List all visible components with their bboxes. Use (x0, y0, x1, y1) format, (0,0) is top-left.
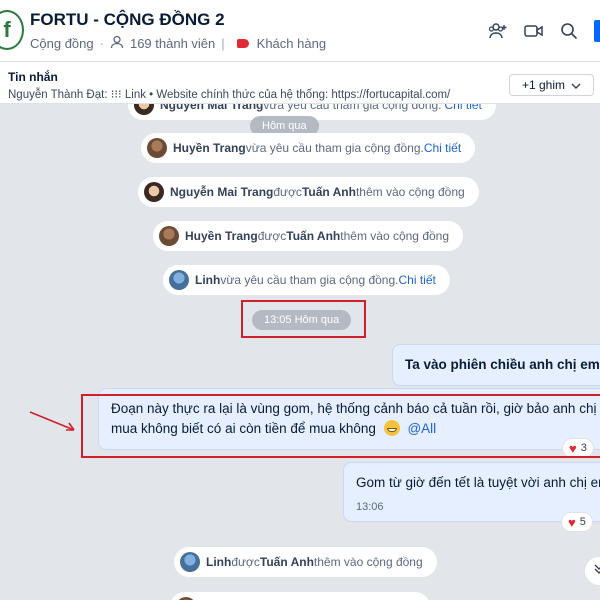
avatar[interactable] (134, 104, 154, 115)
avatar[interactable] (144, 182, 164, 202)
heart-icon: ♥ (568, 514, 576, 530)
chat-header: f FORTU - CỘNG ĐỒNG 2 Cộng đồng · 169 th… (0, 0, 600, 62)
more-pins-button[interactable]: +1 ghim (508, 74, 594, 96)
avatar[interactable] (159, 226, 179, 246)
pinned-title: Tin nhắn (8, 70, 58, 84)
message-text: Ta vào phiên chiều anh chị em nh (405, 357, 600, 372)
system-text: vừa yêu cầu tham gia cộng đồng. (245, 141, 424, 155)
group-avatar[interactable]: f (0, 10, 24, 50)
system-text: thêm vào cộng đồng (340, 229, 450, 243)
member-name[interactable]: Linh (195, 273, 220, 287)
logo-letter: f (3, 17, 11, 42)
system-message: Huyền Trang được Tuấn Anh thêm vào cộng … (153, 221, 464, 251)
system-text: được (231, 555, 260, 569)
more-pins-label: +1 ghim (521, 78, 565, 92)
header-actions (488, 20, 600, 42)
community-label: Cộng đồng (30, 36, 94, 51)
message-list[interactable]: Nguyễn Mai Trang vừa yêu cầu tham gia cộ… (0, 104, 600, 600)
reaction-count: 5 (579, 516, 586, 528)
actor-name[interactable]: Tuấn Anh (286, 229, 340, 243)
member-name[interactable]: Huyền Trang (173, 141, 246, 155)
member-icon (110, 35, 124, 52)
actor-name[interactable]: Tuấn Anh (260, 555, 314, 569)
separator-bar: | (221, 36, 225, 51)
system-text: vừa yêu cầu tham gia cộng đồng. (263, 104, 442, 112)
highlight-box (241, 300, 366, 338)
pinned-message-bar[interactable]: Tin nhắn Nguyễn Thành Đạt: ⁝⁝⁝ Link • We… (0, 62, 600, 104)
search-icon[interactable] (560, 22, 578, 40)
detail-link[interactable]: Chi tiết (398, 273, 435, 287)
group-title[interactable]: FORTU - CỘNG ĐỒNG 2 (30, 10, 225, 30)
separator-dot: · (99, 36, 104, 51)
side-panel-toggle[interactable] (594, 20, 600, 42)
avatar[interactable] (147, 138, 167, 158)
member-name[interactable]: Linh (206, 555, 231, 569)
system-text: được (257, 229, 287, 243)
actor-name[interactable]: Tuấn Anh (302, 185, 356, 199)
pinned-text: Nguyễn Thành Đạt: ⁝⁝⁝ Link • Website chí… (8, 89, 451, 101)
member-name[interactable]: Nguyễn Mai Trang (170, 185, 273, 199)
system-message: Linh vừa yêu cầu tham gia cộng đồng. Chi… (163, 265, 450, 295)
system-text: thêm vào cộng đồng (313, 555, 423, 569)
system-text: được (273, 185, 302, 199)
highlight-box (81, 394, 600, 458)
group-subtitle: Cộng đồng · 169 thành viên | Khách hàng (30, 35, 326, 52)
detail-link[interactable]: Chi tiết (424, 141, 461, 155)
member-name[interactable]: Nguyễn Mai Trang (160, 104, 263, 112)
system-message: Linh được Tuấn Anh thêm vào cộng đồng (174, 547, 437, 577)
avatar[interactable] (180, 552, 200, 572)
member-name[interactable]: Huyền Trang (185, 229, 258, 243)
chevron-down-icon (571, 78, 581, 92)
system-text: vừa yêu cầu tham gia cộng đồng. (220, 273, 399, 287)
system-message: Huyền Trang vừa yêu cầu tham gia cộng đồ… (141, 133, 476, 163)
member-count[interactable]: 169 thành viên (130, 36, 215, 51)
message-text: Gom từ giờ đến tết là tuyệt vời anh chị … (356, 475, 600, 490)
system-message (170, 592, 430, 600)
message-bubble[interactable]: Gom từ giờ đến tết là tuyệt vời anh chị … (343, 462, 600, 522)
chevrons-down-icon (593, 562, 600, 580)
reaction-badge[interactable]: ♥ 5 (561, 512, 593, 532)
add-member-icon[interactable] (488, 22, 508, 40)
red-arrow-annotation (29, 411, 75, 431)
customer-label[interactable]: Khách hàng (257, 36, 326, 51)
system-text: thêm vào cộng đồng (355, 185, 465, 199)
system-message: Nguyễn Mai Trang được Tuấn Anh thêm vào … (138, 177, 479, 207)
video-call-icon[interactable] (524, 23, 544, 39)
message-bubble[interactable]: Ta vào phiên chiều anh chị em nh (392, 344, 600, 386)
label-tag-icon (236, 39, 249, 48)
avatar[interactable] (169, 270, 189, 290)
detail-link[interactable]: Chi tiết (445, 104, 482, 112)
